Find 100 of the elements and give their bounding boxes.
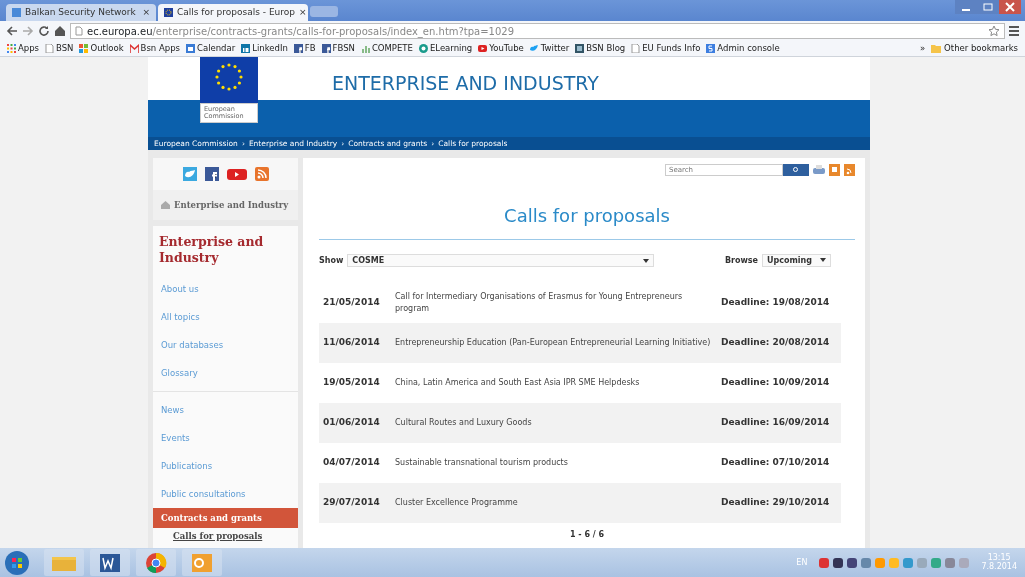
minimize-icon[interactable] bbox=[955, 0, 977, 14]
pagination-text: 1 - 6 / 6 bbox=[568, 529, 606, 541]
clock-date: 7.8.2014 bbox=[981, 562, 1017, 572]
tab-close-button[interactable]: × bbox=[299, 5, 307, 20]
page-icon bbox=[12, 8, 21, 17]
outlook-icon[interactable] bbox=[182, 549, 222, 576]
home-link[interactable]: Enterprise and Industry bbox=[153, 190, 298, 220]
call-deadline: Deadline: 29/10/2014 bbox=[721, 496, 831, 510]
call-date: 04/07/2014 bbox=[322, 456, 381, 470]
tray-icon[interactable] bbox=[833, 557, 844, 568]
search-icon bbox=[793, 167, 799, 173]
address-field[interactable]: ec.europa.eu/enterprise/contracts-grants/calls-for-proposals/index_en.htm?tpa=1029 bbox=[70, 23, 1005, 39]
call-date: 21/05/2014 bbox=[322, 296, 381, 310]
bookmarks-overflow-button[interactable]: » bbox=[916, 42, 929, 55]
clock-time: 13:15 bbox=[986, 553, 1012, 562]
facebook-icon bbox=[293, 44, 303, 53]
bookmark-link[interactable]: LinkedIn bbox=[238, 42, 291, 55]
site-title: ENTERPRISE AND INDUSTRY bbox=[332, 71, 599, 96]
call-deadline: Deadline: 20/08/2014 bbox=[721, 336, 831, 350]
browse-dropdown[interactable]: Upcoming bbox=[762, 254, 831, 267]
caret-icon bbox=[643, 259, 650, 263]
square-icon bbox=[575, 44, 585, 53]
letter-m-icon bbox=[129, 44, 139, 53]
bookmark-link[interactable]: Apps bbox=[4, 42, 43, 55]
close-icon[interactable] bbox=[999, 0, 1021, 14]
bookmark-link[interactable]: COMPETE bbox=[357, 42, 416, 55]
bookmark-link[interactable]: YouTube bbox=[475, 42, 527, 55]
tab-title: Balkan Security Network bbox=[25, 5, 137, 19]
call-date: 01/06/2014 bbox=[322, 416, 381, 430]
start-button-icon[interactable] bbox=[4, 549, 30, 576]
bookmark-link[interactable]: BSN bbox=[42, 42, 77, 55]
call-title-link[interactable]: Call for Intermediary Organisations of Erasmus for Young Entrepreneurs program bbox=[395, 291, 721, 315]
play-button-icon bbox=[478, 44, 488, 53]
bookmark-folder[interactable]: Other bookmarks bbox=[928, 42, 1021, 55]
chrome-icon[interactable] bbox=[136, 549, 176, 576]
linkedin-icon bbox=[241, 44, 251, 53]
category-dropdown[interactable]: COSME bbox=[347, 254, 655, 267]
word-icon[interactable] bbox=[90, 549, 130, 576]
page-heading: Calls for proposals bbox=[503, 204, 671, 228]
bookmark-link[interactable]: Admin console bbox=[703, 42, 783, 55]
filter-label: Show bbox=[319, 254, 344, 267]
bookmark-link[interactable]: EU Funds Info bbox=[628, 42, 704, 55]
printer-icon[interactable] bbox=[813, 164, 825, 176]
flag-icon bbox=[164, 8, 173, 17]
browser-tab[interactable]: Balkan Security Network × bbox=[6, 4, 156, 21]
bar-chart-icon bbox=[360, 44, 370, 53]
search-button[interactable] bbox=[783, 164, 809, 176]
call-deadline: Deadline: 19/08/2014 bbox=[721, 296, 831, 310]
folder-icon bbox=[931, 44, 942, 53]
tab-close-button[interactable]: × bbox=[142, 5, 150, 20]
call-date: 19/05/2014 bbox=[322, 376, 381, 390]
call-title-link[interactable]: Entrepreneurship Education (Pan-European Entrepreneurial Learning Initiative) bbox=[395, 337, 721, 349]
home-icon[interactable] bbox=[54, 25, 66, 37]
browser-tab[interactable]: Calls for proposals - Europ × bbox=[158, 4, 308, 21]
four-squares-icon bbox=[79, 44, 89, 53]
sidebar-link[interactable]: Contracts and grants bbox=[153, 508, 298, 529]
letter-s-icon bbox=[706, 44, 716, 53]
sidebar-sublink[interactable]: Calls for proposals bbox=[153, 528, 298, 545]
menu-icon[interactable] bbox=[1009, 25, 1019, 37]
rss-icon[interactable] bbox=[254, 167, 269, 181]
bookmark-link[interactable]: ELearning bbox=[415, 42, 476, 55]
tab-title: Calls for proposals - Europ bbox=[177, 5, 295, 19]
house-icon bbox=[161, 201, 170, 209]
caret-icon bbox=[820, 258, 826, 262]
forward-icon[interactable] bbox=[22, 25, 34, 37]
restore-icon[interactable] bbox=[977, 0, 999, 14]
call-date: 11/06/2014 bbox=[322, 336, 381, 350]
facebook-icon bbox=[321, 44, 331, 53]
facebook-icon[interactable] bbox=[204, 167, 219, 181]
call-title-link[interactable]: Sustainable transnational tourism products bbox=[395, 457, 721, 469]
call-title-link[interactable]: China, Latin America and South East Asia IPR SME Helpdesks bbox=[395, 377, 721, 389]
call-deadline: Deadline: 07/10/2014 bbox=[721, 456, 831, 470]
stars-flag-icon bbox=[200, 57, 258, 103]
tray-icon[interactable] bbox=[847, 557, 858, 568]
page-icon bbox=[45, 44, 55, 53]
bookmark-link[interactable]: BSN Blog bbox=[572, 42, 629, 55]
back-icon[interactable] bbox=[6, 25, 18, 37]
url-text: ec.europa.eu/enterprise/contracts-grants/calls-for-proposals/index_en.htm?tpa=1029 bbox=[87, 24, 515, 39]
play-button-icon[interactable] bbox=[226, 168, 247, 180]
reload-icon[interactable] bbox=[38, 25, 50, 37]
bookmark-link[interactable]: Calendar bbox=[183, 42, 239, 55]
page-icon bbox=[631, 44, 641, 53]
page-icon bbox=[75, 26, 83, 36]
bookmark-link[interactable]: Outlook bbox=[76, 42, 127, 55]
call-title-link[interactable]: Cultural Routes and Luxury Goods bbox=[395, 417, 721, 429]
call-date: 29/07/2014 bbox=[322, 496, 381, 510]
document-icon[interactable] bbox=[829, 164, 840, 176]
call-deadline: Deadline: 10/09/2014 bbox=[721, 376, 831, 390]
bookmark-link[interactable]: Bsn Apps bbox=[126, 42, 183, 55]
rss-icon[interactable] bbox=[844, 164, 855, 176]
call-title-link[interactable]: Cluster Excellence Programme bbox=[395, 497, 721, 509]
call-deadline: Deadline: 16/09/2014 bbox=[721, 416, 831, 430]
bird-icon[interactable] bbox=[182, 167, 197, 181]
bookmark-link[interactable]: Twitter bbox=[526, 42, 573, 55]
filter-label: Browse bbox=[724, 254, 759, 267]
bookmark-link[interactable]: FB bbox=[290, 42, 319, 55]
bird-icon bbox=[529, 44, 539, 53]
globe-icon bbox=[418, 44, 428, 53]
bookmark-link[interactable]: FBSN bbox=[318, 42, 358, 55]
star-icon[interactable] bbox=[988, 25, 1000, 37]
